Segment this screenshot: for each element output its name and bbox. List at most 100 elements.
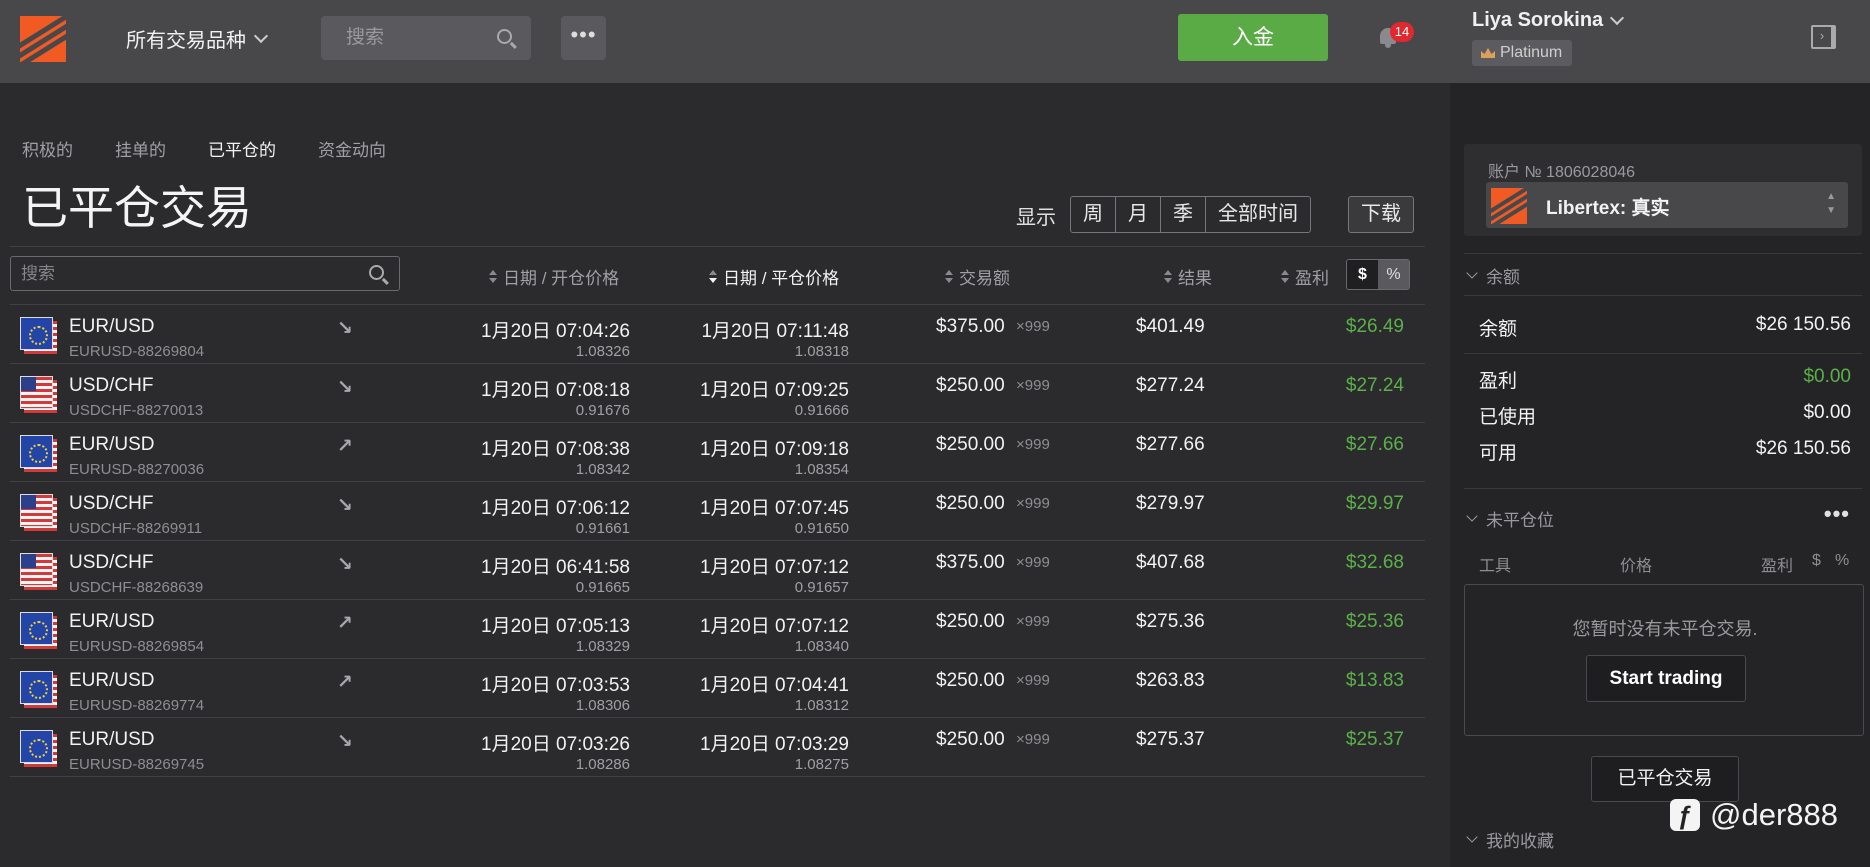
- toggle-dollar[interactable]: $: [1347, 260, 1378, 289]
- tier-label: Platinum: [1500, 44, 1563, 61]
- open-date: 1月20日 07:08:18: [481, 380, 630, 401]
- watermark: ƒ @der888: [1670, 797, 1838, 833]
- table-row[interactable]: USD/CHF USDCHF-88268639 ↘ 1月20日 06:41:58 0.9…: [10, 541, 1425, 600]
- chevron-down-icon: [1466, 510, 1478, 522]
- period-week[interactable]: 周: [1071, 197, 1116, 232]
- balance-section-header[interactable]: 余额: [1466, 263, 1520, 288]
- search-icon[interactable]: [497, 29, 512, 44]
- trade-id: EURUSD-88269804: [69, 343, 205, 360]
- tier-badge: Platinum: [1472, 40, 1573, 66]
- main-panel: 积极的 挂单的 已平仓的 资金动向 已平仓交易 显示 周 月 季 全部时间 下载…: [0, 83, 1450, 867]
- table-row[interactable]: EUR/USD EURUSD-88269745 ↘ 1月20日 07:03:26 1.0…: [10, 718, 1425, 777]
- column-amount[interactable]: 交易额: [945, 264, 1010, 289]
- more-options-icon[interactable]: •••: [1824, 501, 1850, 527]
- trade-id: USDCHF-88268639: [69, 579, 204, 596]
- balance-label: 余额: [1479, 319, 1518, 340]
- close-date: 1月20日 07:07:45: [700, 498, 849, 519]
- trade-amount: $250.00: [936, 493, 1005, 514]
- profit-row: 盈利 $0.00: [1479, 366, 1851, 393]
- balance-row: 余额 $26 150.56: [1479, 314, 1851, 341]
- direction-icon: ↗: [337, 613, 353, 634]
- libertex-logo[interactable]: [20, 16, 66, 62]
- top-search-box[interactable]: [321, 16, 531, 60]
- chevron-down-icon: [253, 28, 269, 43]
- tab-active[interactable]: 积极的: [22, 136, 73, 161]
- close-date: 1月20日 07:07:12: [700, 557, 849, 578]
- direction-icon: ↗: [337, 436, 353, 457]
- close-price: 0.91657: [794, 579, 849, 596]
- chevron-down-icon: [1466, 831, 1478, 843]
- close-date: 1月20日 07:09:25: [700, 380, 849, 401]
- divider: [1464, 253, 1862, 254]
- collapse-sidebar-icon[interactable]: ›: [1811, 25, 1836, 49]
- period-month[interactable]: 月: [1116, 197, 1161, 232]
- period-all-time[interactable]: 全部时间: [1206, 197, 1310, 232]
- open-price: 1.08342: [575, 461, 630, 478]
- sort-icon: [709, 270, 717, 283]
- page-title: 已平仓交易: [22, 182, 252, 234]
- search-icon[interactable]: [369, 265, 384, 280]
- trade-id: USDCHF-88270013: [69, 402, 204, 419]
- open-date: 1月20日 07:03:53: [481, 675, 630, 696]
- trade-amount: $250.00: [936, 729, 1005, 750]
- trade-result: $401.49: [1136, 316, 1205, 337]
- trade-profit: $32.68: [1345, 552, 1404, 573]
- column-close[interactable]: 日期 / 平仓价格: [709, 264, 839, 289]
- close-price: 1.08275: [794, 756, 849, 773]
- tabs: 积极的 挂单的 已平仓的 资金动向: [22, 136, 386, 161]
- divider: [10, 246, 1425, 247]
- column-profit[interactable]: 盈利: [1281, 264, 1329, 289]
- open-price: 1.08326: [575, 343, 630, 360]
- direction-icon: ↘: [337, 731, 353, 752]
- leverage: ×999: [1016, 731, 1050, 748]
- trade-result: $275.36: [1136, 611, 1205, 632]
- more-button[interactable]: •••: [561, 16, 606, 60]
- close-price: 0.91650: [794, 520, 849, 537]
- account-card: 账户 № 1806028046 Libertex: 真实 ▲ ▼: [1464, 144, 1862, 236]
- table-search-input[interactable]: [11, 257, 351, 290]
- open-positions-header[interactable]: 未平仓位: [1466, 506, 1554, 531]
- open-date: 1月20日 07:06:12: [481, 498, 630, 519]
- table-row[interactable]: EUR/USD EURUSD-88270036 ↗ 1月20日 07:08:38 1.0…: [10, 423, 1425, 482]
- column-amount-label: 交易额: [959, 269, 1010, 288]
- direction-icon: ↘: [337, 495, 353, 516]
- trade-profit: $27.66: [1345, 434, 1404, 455]
- trade-id: EURUSD-88270036: [69, 461, 205, 478]
- open-col-usd[interactable]: $: [1812, 552, 1821, 570]
- user-menu[interactable]: Liya Sorokina: [1472, 9, 1625, 32]
- trade-symbol: USD/CHF: [69, 493, 154, 514]
- tab-closed[interactable]: 已平仓的: [208, 136, 276, 161]
- table-row[interactable]: USD/CHF USDCHF-88270013 ↘ 1月20日 07:08:18 0.9…: [10, 364, 1425, 423]
- trade-profit: $26.49: [1345, 316, 1404, 337]
- column-open[interactable]: 日期 / 开仓价格: [489, 264, 619, 289]
- period-quarter[interactable]: 季: [1161, 197, 1206, 232]
- top-search-input[interactable]: [321, 16, 491, 60]
- trade-profit: $25.37: [1345, 729, 1404, 750]
- column-result[interactable]: 结果: [1164, 264, 1212, 289]
- tab-funds[interactable]: 资金动向: [318, 136, 386, 161]
- table-row[interactable]: EUR/USD EURUSD-88269804 ↘ 1月20日 07:04:26 1.0…: [10, 305, 1425, 364]
- start-trading-button[interactable]: Start trading: [1586, 655, 1746, 702]
- closed-trades-button[interactable]: 已平仓交易: [1591, 756, 1739, 802]
- eu-flag-icon: [20, 671, 57, 708]
- favorites-header[interactable]: 我的收藏: [1466, 827, 1554, 852]
- deposit-button[interactable]: 入金: [1178, 14, 1328, 61]
- instrument-selector[interactable]: 所有交易品种: [126, 24, 269, 53]
- download-button[interactable]: 下载: [1348, 196, 1414, 233]
- table-row[interactable]: EUR/USD EURUSD-88269774 ↗ 1月20日 07:03:53 1.0…: [10, 659, 1425, 718]
- open-col-pct[interactable]: %: [1835, 552, 1849, 570]
- open-price: 1.08329: [575, 638, 630, 655]
- chevron-down-icon: [1610, 10, 1625, 25]
- account-selector[interactable]: Libertex: 真实 ▲ ▼: [1486, 182, 1848, 228]
- toggle-percent[interactable]: %: [1378, 260, 1409, 289]
- trade-result: $275.37: [1136, 729, 1205, 750]
- table-search-box[interactable]: [10, 256, 400, 291]
- table-row[interactable]: USD/CHF USDCHF-88269911 ↘ 1月20日 07:06:12 0.9…: [10, 482, 1425, 541]
- open-positions-label: 未平仓位: [1486, 511, 1554, 530]
- profit-label: 盈利: [1479, 371, 1518, 392]
- user-name: Liya Sorokina: [1472, 9, 1604, 31]
- eu-flag-icon: [20, 612, 57, 649]
- table-row[interactable]: EUR/USD EURUSD-88269854 ↗ 1月20日 07:05:13 1.0…: [10, 600, 1425, 659]
- eu-flag-icon: [20, 730, 57, 767]
- tab-pending[interactable]: 挂单的: [115, 136, 166, 161]
